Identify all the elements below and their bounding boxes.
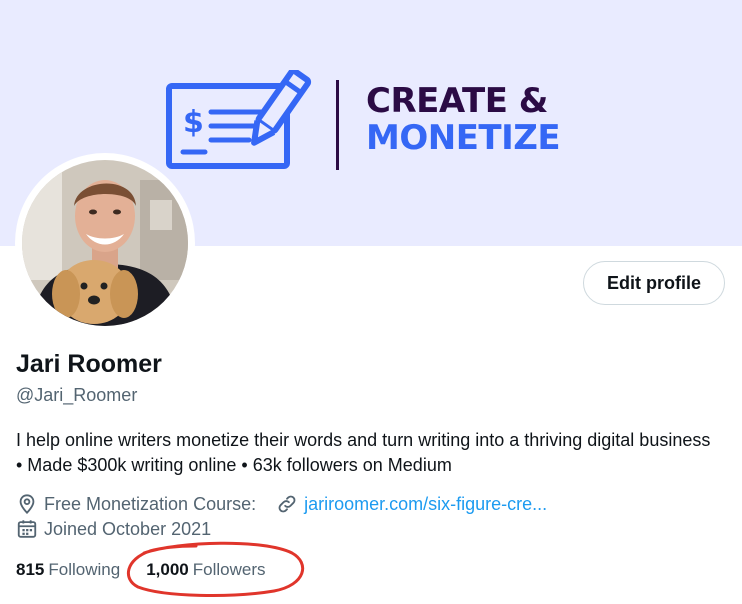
dollar-check-icon: $ <box>166 70 312 169</box>
banner-title-line1: CREATE & <box>366 81 548 121</box>
profile-name: Jari Roomer <box>16 350 162 378</box>
banner-divider <box>336 80 339 170</box>
banner-title-line2: MONETIZE <box>366 118 561 158</box>
profile-website-link[interactable]: jariroomer.com/six-figure-cre... <box>304 494 547 515</box>
following-label: Following <box>48 560 121 579</box>
profile-joined-date: Joined October 2021 <box>44 518 212 539</box>
profile-location: Free Monetization Course: <box>44 493 257 514</box>
followers-highlight-annotation <box>126 541 304 598</box>
profile-handle: @Jari_Roomer <box>16 385 138 405</box>
following-link[interactable]: 815 Following <box>16 560 120 580</box>
svg-text:$: $ <box>183 105 204 140</box>
following-count: 815 <box>16 560 45 579</box>
profile-meta-location-row: Free Monetization Course: jariroomer.com… <box>16 492 547 516</box>
calendar-icon <box>16 518 38 540</box>
profile-meta-joined-row: Joined October 2021 <box>16 517 211 541</box>
edit-profile-button[interactable]: Edit profile <box>583 261 725 305</box>
location-pin-icon <box>16 493 38 515</box>
avatar-photo <box>22 160 188 326</box>
avatar[interactable] <box>22 160 188 326</box>
profile-bio: I help online writers monetize their wor… <box>16 430 711 475</box>
profile-page: $ CREATE & MONETIZE Edit profile Jari Ro… <box>0 0 742 604</box>
link-icon <box>276 493 298 515</box>
pen-icon <box>251 70 312 146</box>
